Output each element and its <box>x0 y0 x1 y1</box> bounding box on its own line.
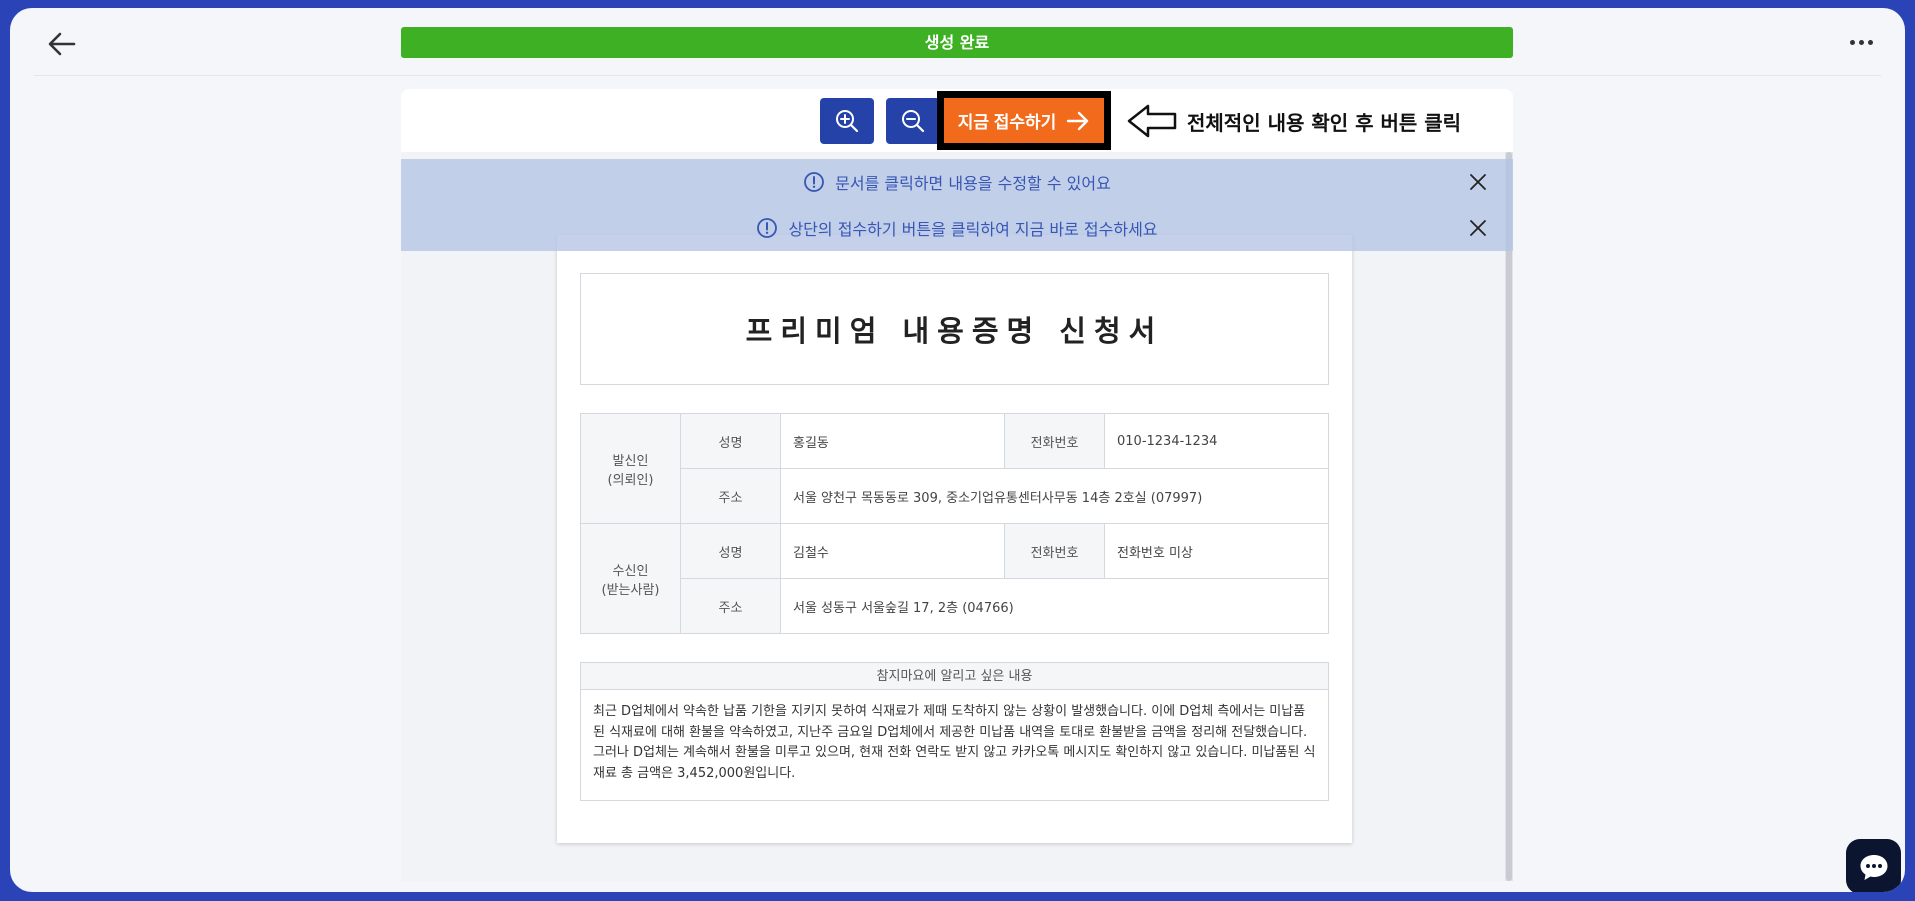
chat-button[interactable] <box>1846 839 1901 892</box>
sender-address-label: 주소 <box>680 468 781 524</box>
memo-heading: 참지마요에 알리고 싶은 내용 <box>581 663 1328 690</box>
sender-name-label: 성명 <box>680 413 781 469</box>
arrow-right-icon <box>1067 111 1089 130</box>
sender-address-value[interactable]: 서울 양천구 목동동로 309, 중소기업유통센터사무동 14층 2호실 (07… <box>780 468 1329 524</box>
chat-bubble-icon <box>1860 854 1887 880</box>
recipient-address-value[interactable]: 서울 성동구 서울숲길 17, 2층 (04766) <box>780 578 1329 634</box>
close-icon[interactable] <box>1468 172 1488 192</box>
recipient-phone-label: 전화번호 <box>1004 523 1105 579</box>
document-page[interactable]: 프리미엄 내용증명 신청서 발신인 (의뢰인) 성명 홍길동 전화번호 010-… <box>557 235 1352 843</box>
sender-phone-label: 전화번호 <box>1004 413 1105 469</box>
recipient-name-label: 성명 <box>680 523 781 579</box>
recipient-phone-value[interactable]: 전화번호 미상 <box>1104 523 1329 579</box>
zoom-out-button[interactable] <box>886 98 940 144</box>
submit-now-button[interactable]: 지금 접수하기 <box>944 98 1104 143</box>
document-title-box[interactable]: 프리미엄 내용증명 신청서 <box>580 273 1329 385</box>
memo-body[interactable]: 최근 D업체에서 약속한 납품 기한을 지키지 못하여 식재료가 제때 도착하지… <box>581 690 1328 796</box>
submit-button-highlight: 지금 접수하기 <box>937 91 1111 150</box>
scrollbar[interactable] <box>1505 152 1513 881</box>
notice-text: 문서를 클릭하면 내용을 수정할 수 있어요 <box>835 174 1111 193</box>
app-frame: 생성 완료 지금 접수하기 전체적인 내용 확인 후 버튼 클릭 프리미엄 내용… <box>10 8 1905 892</box>
notice-text: 상단의 접수하기 버튼을 클릭하여 지금 바로 접수하세요 <box>788 220 1158 239</box>
recipient-address-label: 주소 <box>680 578 781 634</box>
status-banner: 생성 완료 <box>401 27 1513 58</box>
close-icon[interactable] <box>1468 218 1488 238</box>
info-circle-icon <box>757 218 778 238</box>
memo-box[interactable]: 참지마요에 알리고 싶은 내용 최근 D업체에서 약속한 납품 기한을 지키지 … <box>580 662 1329 801</box>
zoom-in-button[interactable] <box>820 98 874 144</box>
notice-banner-edit: 문서를 클릭하면 내용을 수정할 수 있어요 <box>401 159 1513 205</box>
sender-role-cell: 발신인 (의뢰인) <box>580 413 681 524</box>
document-viewport[interactable]: 프리미엄 내용증명 신청서 발신인 (의뢰인) 성명 홍길동 전화번호 010-… <box>401 152 1501 881</box>
pointer-arrow-icon <box>1127 104 1177 138</box>
zoom-out-icon <box>902 110 925 133</box>
hint-text: 전체적인 내용 확인 후 버튼 클릭 <box>1187 111 1462 135</box>
recipient-name-value[interactable]: 김철수 <box>780 523 1005 579</box>
zoom-in-icon <box>836 110 859 133</box>
document-panel: 지금 접수하기 전체적인 내용 확인 후 버튼 클릭 프리미엄 내용증명 신청서 <box>401 89 1513 881</box>
back-button[interactable] <box>44 26 80 62</box>
document-title: 프리미엄 내용증명 신청서 <box>745 314 1164 348</box>
info-circle-icon <box>804 172 825 192</box>
more-options-button[interactable] <box>1841 32 1881 52</box>
arrow-left-icon <box>48 32 76 56</box>
sender-phone-value[interactable]: 010-1234-1234 <box>1104 413 1329 469</box>
party-info-table: 발신인 (의뢰인) 성명 홍길동 전화번호 010-1234-1234 주소 서… <box>580 413 1329 634</box>
scrollbar-thumb[interactable] <box>1506 152 1512 881</box>
sender-name-value[interactable]: 홍길동 <box>780 413 1005 469</box>
more-dots-icon <box>1849 39 1855 45</box>
document-toolbar: 지금 접수하기 전체적인 내용 확인 후 버튼 클릭 <box>401 89 1513 152</box>
notice-banner-submit: 상단의 접수하기 버튼을 클릭하여 지금 바로 접수하세요 <box>401 205 1513 251</box>
submit-label: 지금 접수하기 <box>957 113 1057 132</box>
recipient-role-cell: 수신인 (받는사람) <box>580 523 681 634</box>
